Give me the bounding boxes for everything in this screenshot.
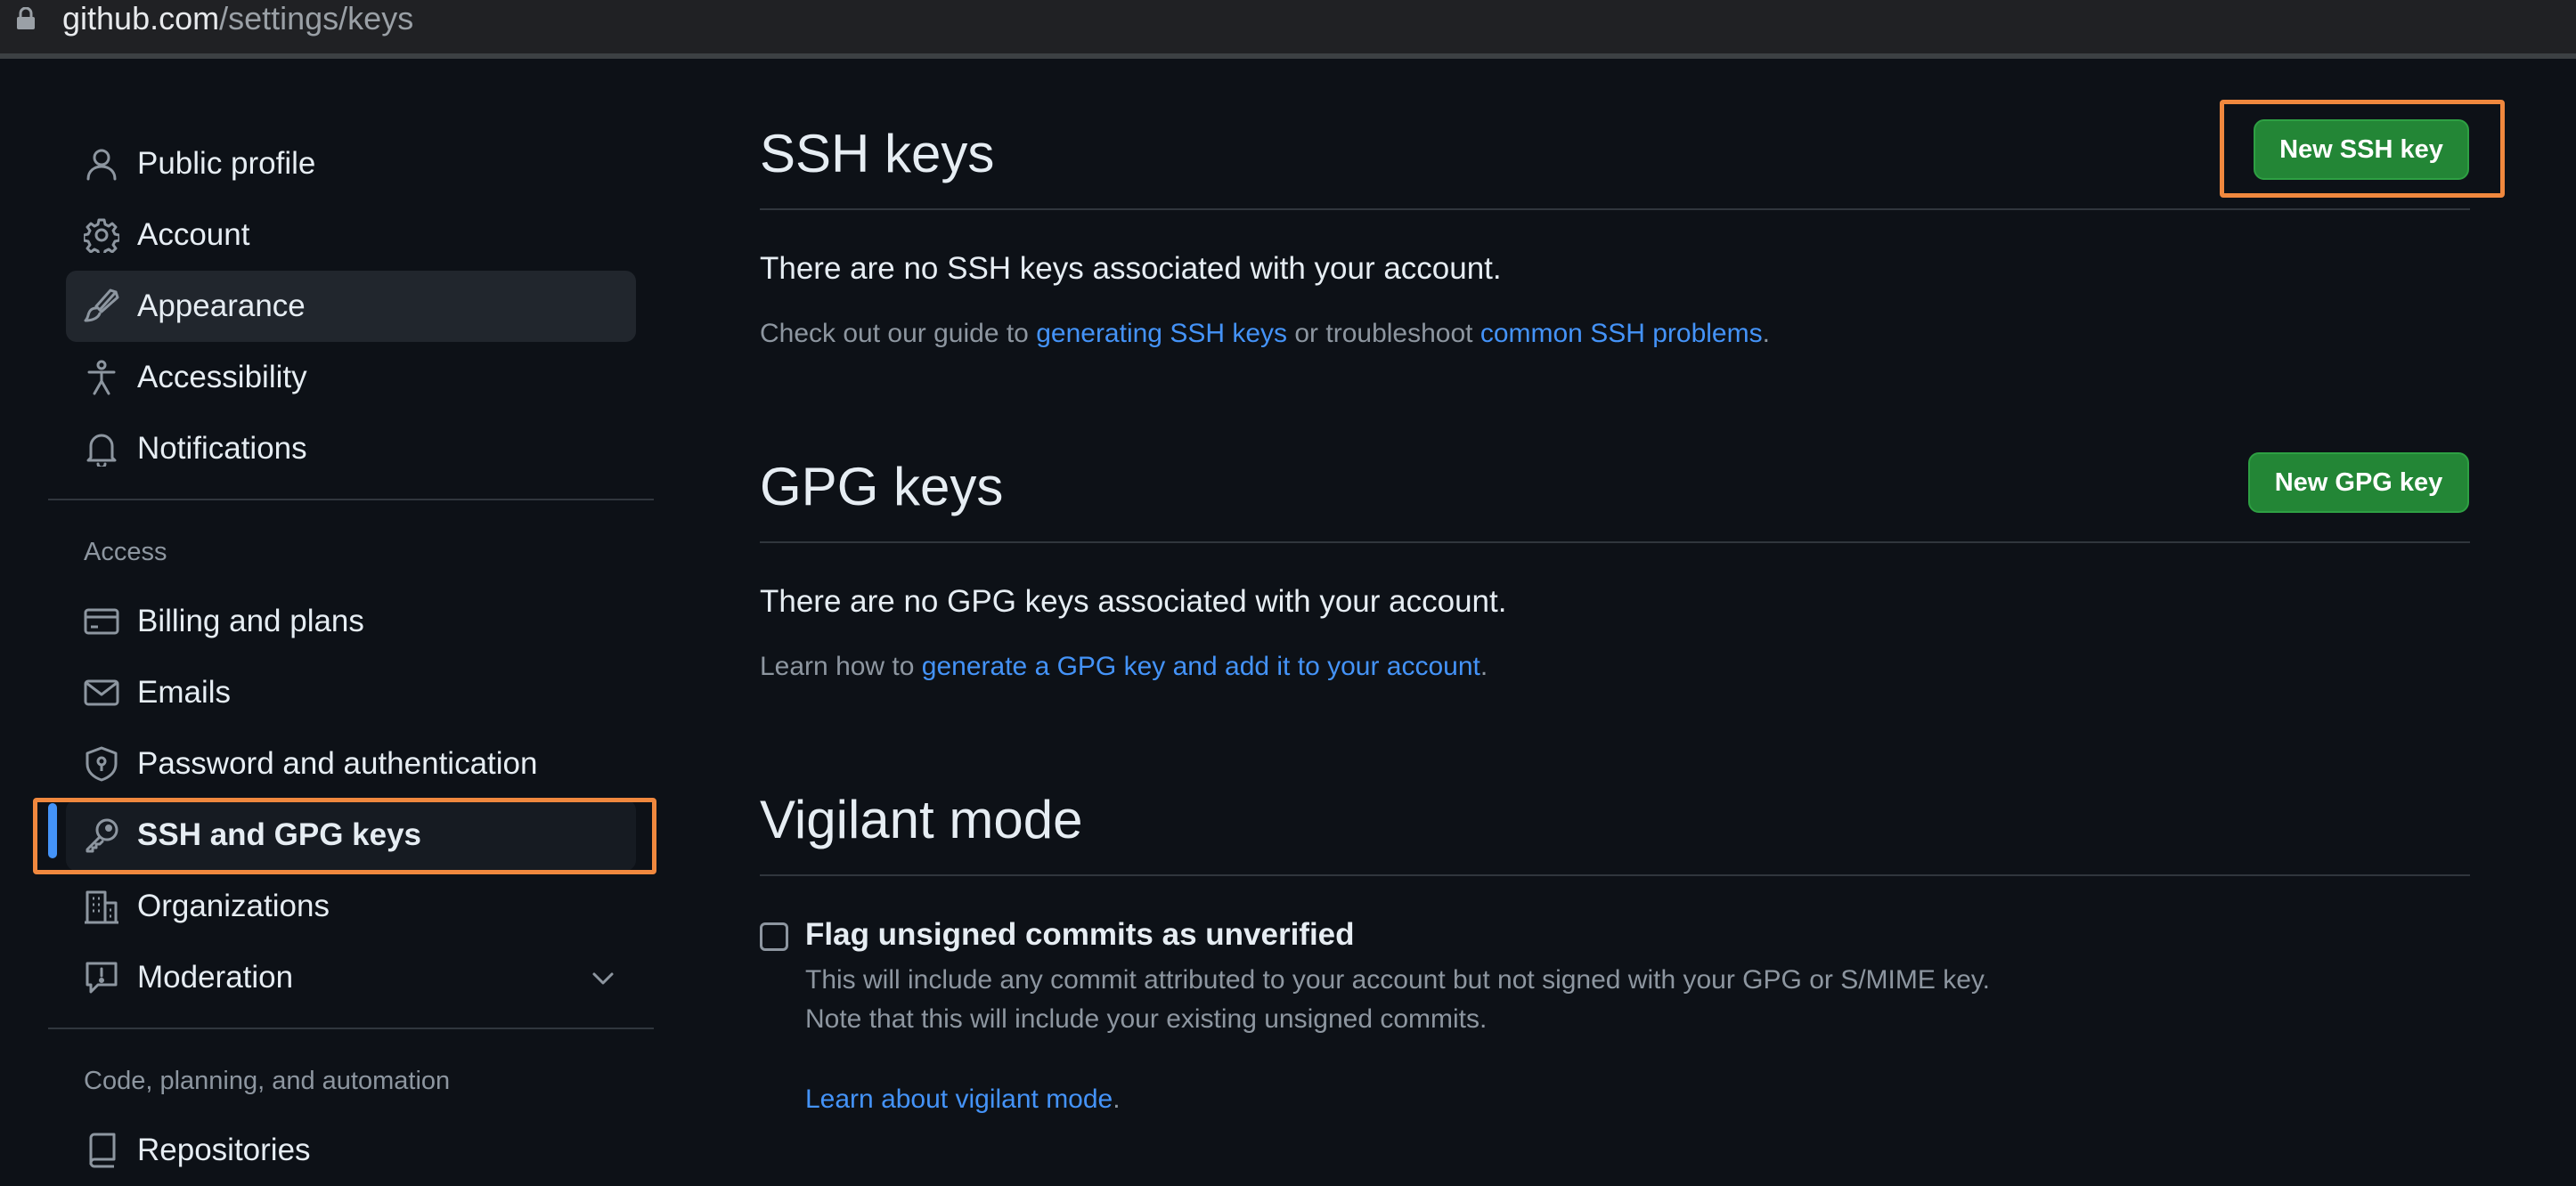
mail-icon — [84, 675, 119, 711]
sidebar-item-label: Organizations — [137, 889, 330, 923]
gear-icon — [84, 217, 119, 253]
vigilant-note-line-2: Note that this will include your existin… — [805, 1004, 1488, 1034]
gpg-learn-suffix: . — [1480, 652, 1488, 681]
flag-unsigned-commits-checkbox[interactable] — [760, 922, 788, 951]
sidebar-item-label: Accessibility — [137, 360, 307, 394]
generating-ssh-keys-link[interactable]: generating SSH keys — [1036, 319, 1287, 348]
vigilant-note-line-1: This will include any commit attributed … — [805, 965, 1991, 995]
sidebar-divider — [48, 499, 654, 500]
common-ssh-problems-link[interactable]: common SSH problems — [1480, 319, 1763, 348]
shield-lock-icon — [84, 746, 119, 782]
sidebar-item-moderation[interactable]: Moderation — [66, 942, 636, 1013]
sidebar-item-notifications[interactable]: Notifications — [66, 413, 636, 484]
lock-icon[interactable] — [16, 7, 36, 30]
sidebar-section-heading-code: Code, planning, and automation — [84, 1067, 451, 1095]
key-icon — [84, 817, 119, 853]
ssh-guide-suffix: . — [1762, 319, 1770, 348]
gpg-section-divider — [760, 541, 2470, 543]
vigilant-learn-text: Learn about vigilant mode. — [805, 1084, 1121, 1115]
generate-gpg-key-link[interactable]: generate a GPG key and add it to your ac… — [922, 652, 1480, 681]
sidebar-item-label: Moderation — [137, 960, 294, 995]
url-path: /settings/keys — [219, 0, 414, 37]
ssh-empty-message: There are no SSH keys associated with yo… — [760, 251, 1502, 286]
learn-about-vigilant-mode-link[interactable]: Learn about vigilant mode — [805, 1084, 1113, 1114]
sidebar-item-emails[interactable]: Emails — [66, 657, 636, 728]
ssh-section-divider — [760, 208, 2470, 210]
sidebar-item-password-and-authentication[interactable]: Password and authentication — [66, 728, 636, 800]
sidebar-item-label: Repositories — [137, 1133, 311, 1167]
sidebar-item-account[interactable]: Account — [66, 199, 636, 271]
sidebar-section-heading-access: Access — [84, 538, 167, 566]
new-gpg-key-button[interactable]: New GPG key — [2248, 452, 2469, 513]
repo-icon — [84, 1133, 119, 1168]
gpg-keys-heading: GPG keys — [760, 457, 1004, 516]
sidebar-item-billing[interactable]: Billing and plans — [66, 586, 636, 657]
sidebar-item-label: Public profile — [137, 146, 316, 181]
ssh-guide-text: Check out our guide to generating SSH ke… — [760, 319, 1770, 349]
url-text[interactable]: github.com/settings/keys — [62, 0, 413, 37]
sidebar-item-label: Emails — [137, 675, 232, 710]
flag-unsigned-commits-label[interactable]: Flag unsigned commits as unverified — [805, 917, 1355, 953]
sidebar-item-accessibility[interactable]: Accessibility — [66, 342, 636, 413]
highlight-box-new-ssh — [2220, 100, 2505, 198]
person-icon — [84, 146, 119, 182]
paintbrush-icon — [84, 288, 119, 324]
ssh-guide-middle: or troubleshoot — [1287, 319, 1480, 348]
accessibility-icon — [84, 360, 119, 395]
gpg-empty-message: There are no GPG keys associated with yo… — [760, 584, 1507, 619]
chevron-down-icon[interactable] — [590, 965, 616, 992]
vigilant-learn-suffix: . — [1113, 1084, 1121, 1114]
organization-icon — [84, 889, 119, 924]
browser-address-bar[interactable]: github.com/settings/keys — [0, 0, 2576, 59]
ssh-guide-prefix: Check out our guide to — [760, 319, 1037, 348]
gpg-learn-prefix: Learn how to — [760, 652, 922, 681]
sidebar-item-repositories[interactable]: Repositories — [66, 1115, 636, 1186]
sidebar-item-ssh-and-gpg-keys[interactable]: SSH and GPG keys — [66, 800, 636, 871]
url-host: github.com — [62, 0, 220, 37]
sidebar-item-organizations[interactable]: Organizations — [66, 871, 636, 942]
report-icon — [84, 960, 119, 995]
sidebar-divider — [48, 1028, 654, 1029]
sidebar-item-label: Appearance — [137, 288, 306, 323]
ssh-keys-heading: SSH keys — [760, 124, 995, 183]
credit-card-icon — [84, 604, 119, 639]
bell-icon — [84, 431, 119, 467]
sidebar-item-label: Billing and plans — [137, 604, 364, 638]
sidebar-item-appearance[interactable]: Appearance — [66, 271, 636, 342]
sidebar-item-label: Account — [137, 217, 250, 252]
sidebar-item-label: SSH and GPG keys — [137, 817, 422, 852]
vigilant-section-divider — [760, 874, 2470, 876]
gpg-learn-text: Learn how to generate a GPG key and add … — [760, 652, 1488, 682]
vigilant-mode-heading: Vigilant mode — [760, 790, 1083, 849]
sidebar-item-public-profile[interactable]: Public profile — [66, 128, 636, 199]
sidebar-item-label: Password and authentication — [137, 746, 538, 781]
sidebar-item-label: Notifications — [137, 431, 307, 466]
selected-indicator — [48, 803, 57, 858]
